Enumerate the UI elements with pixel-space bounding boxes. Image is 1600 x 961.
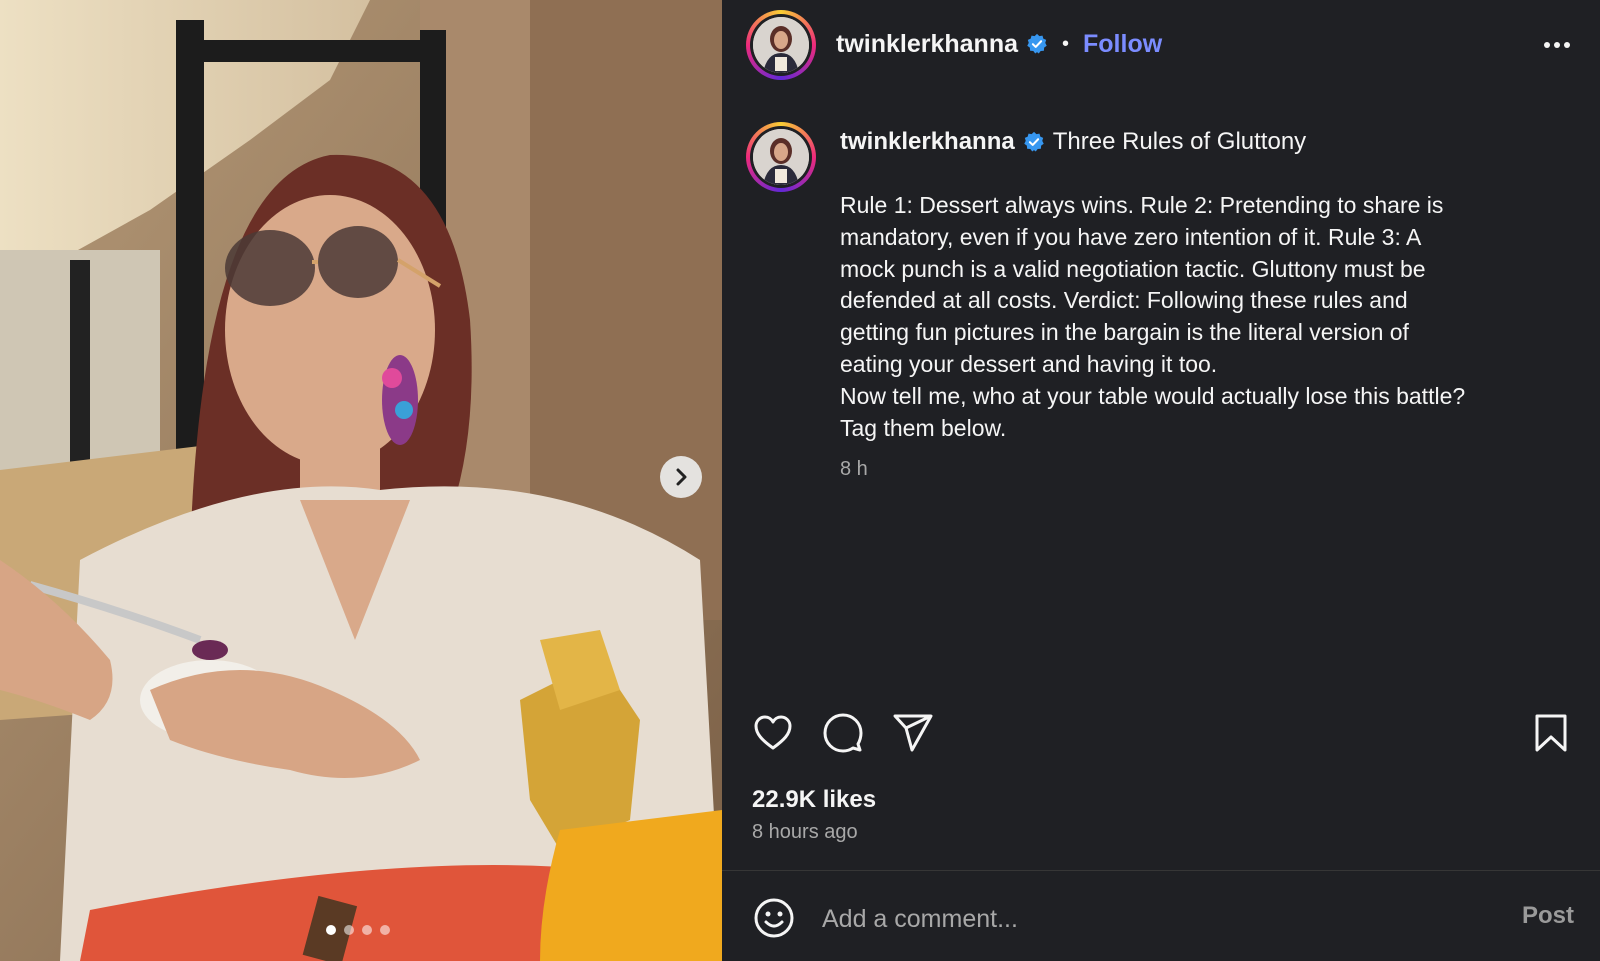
caption-timestamp[interactable]: 8 h (840, 458, 868, 481)
carousel-dot (326, 925, 336, 935)
post-media[interactable] (0, 0, 722, 961)
post-side-panel: twinklerkhanna • Follow twinklerkhanna T… (722, 0, 1600, 961)
verified-icon (1023, 131, 1045, 153)
caption-line: defended at all costs. Verdict: Followin… (840, 287, 1408, 314)
caption-line: Now tell me, who at your table would act… (840, 382, 1466, 409)
more-icon (1544, 42, 1570, 48)
bookmark-icon (1535, 714, 1567, 752)
avatar-image (753, 17, 809, 73)
caption-username[interactable]: twinklerkhanna (840, 128, 1015, 156)
share-icon (893, 714, 933, 752)
carousel-indicator (326, 925, 390, 935)
caption-line: mock punch is a valid negotiation tactic… (840, 255, 1426, 282)
carousel-dot (380, 925, 390, 935)
post-comment-button[interactable]: Post (1522, 902, 1574, 930)
save-button[interactable] (1530, 712, 1572, 754)
post-time-ago[interactable]: 8 hours ago (752, 821, 858, 844)
header-username[interactable]: twinklerkhanna (836, 30, 1018, 59)
caption-title: Three Rules of Gluttony (1052, 128, 1307, 155)
like-button[interactable] (752, 712, 794, 754)
divider (722, 870, 1600, 871)
caption-line: eating your dessert and having it too. (840, 350, 1218, 377)
caption-line: mandatory, even if you have zero intenti… (840, 223, 1422, 250)
post-photo (0, 0, 722, 961)
comment-button[interactable] (822, 712, 864, 754)
more-options-button[interactable] (1542, 30, 1572, 65)
carousel-next-button[interactable] (660, 456, 702, 498)
share-button[interactable] (892, 712, 934, 754)
avatar-image (753, 129, 809, 185)
likes-count[interactable]: 22.9K likes (752, 786, 876, 814)
emoji-picker-button[interactable] (752, 896, 796, 940)
caption-avatar[interactable] (746, 122, 816, 192)
caption-line: Rule 1: Dessert always wins. Rule 2: Pre… (840, 192, 1444, 218)
action-bar (752, 712, 934, 754)
instagram-post-view: twinklerkhanna • Follow twinklerkhanna T… (0, 0, 1600, 961)
follow-button[interactable]: Follow (1083, 30, 1162, 59)
post-header: twinklerkhanna • Follow (836, 26, 1162, 62)
emoji-icon (754, 898, 794, 938)
verified-icon (1026, 33, 1048, 55)
comment-icon (823, 713, 863, 753)
carousel-dot (362, 925, 372, 935)
carousel-dot (344, 925, 354, 935)
chevron-right-icon (676, 468, 687, 486)
header-separator: • (1062, 32, 1070, 55)
caption-text: Rule 1: Dessert always wins. Rule 2: Pre… (840, 190, 1560, 444)
caption-line: Tag them below. (840, 414, 1007, 441)
heart-icon (754, 715, 792, 750)
header-avatar[interactable] (746, 10, 816, 80)
comment-input[interactable] (822, 900, 1462, 938)
caption-line: getting fun pictures in the bargain is t… (840, 319, 1409, 346)
caption-heading: twinklerkhanna Three Rules of Gluttony (840, 128, 1306, 156)
